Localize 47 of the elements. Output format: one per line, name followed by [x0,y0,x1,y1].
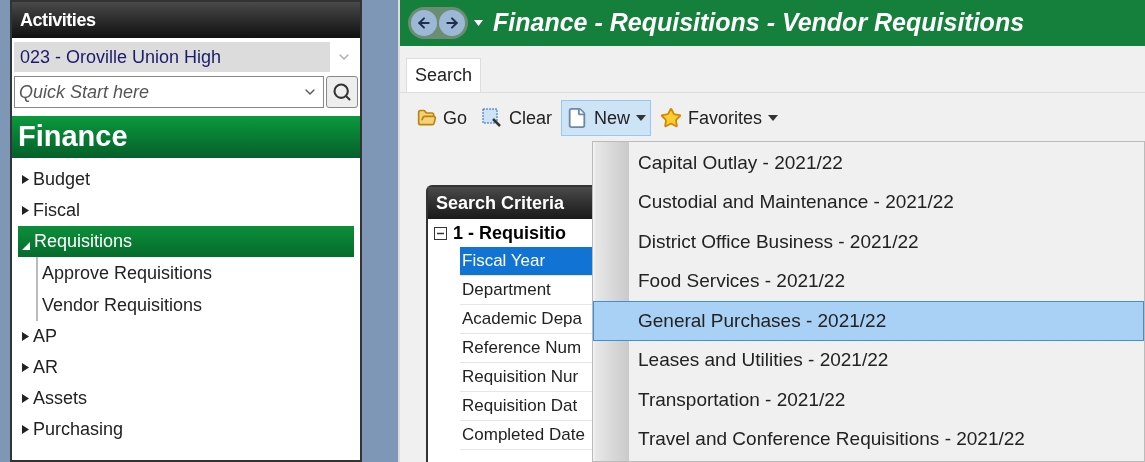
tree-item[interactable]: Approve Requisitions [38,257,354,289]
tree-item[interactable]: Purchasing [18,414,354,445]
tab[interactable]: Search [406,58,482,92]
caret-icon[interactable] [474,20,483,26]
forward-arrow-icon [444,15,460,31]
menu-item[interactable]: Transportation - 2021/22 [593,380,1144,420]
menu-item[interactable]: Leases and Utilities - 2021/22 [593,340,1144,380]
menu-item[interactable]: Capital Outlay - 2021/22 [593,143,1144,183]
tree-item[interactable]: AR [18,352,354,383]
tree-item[interactable]: Fiscal [18,195,354,226]
menu-item[interactable]: Custodial and Maintenance - 2021/22 [593,182,1144,222]
expand-triangle-icon[interactable] [22,425,29,434]
menu-item[interactable]: Travel and Conference Requisitions - 2021/22 [593,419,1144,459]
criteria-field[interactable]: Fiscal Year [460,247,592,276]
window-title: Finance - Requisitions - Vendor Requisitions [493,7,1025,39]
toolbar-button[interactable]: Go [412,100,472,136]
expand-triangle-icon[interactable] [22,394,29,403]
panel-title: Activities [12,2,360,38]
group-label: 1 - Requisitio [453,221,566,245]
toolbar-button[interactable]: Favorites [655,100,784,136]
search-icon [332,82,352,102]
tree-item[interactable]: Assets [18,383,354,414]
menu-item[interactable]: General Purchases - 2021/22 [593,301,1144,341]
search-button[interactable] [326,76,358,108]
panel-title: Search Criteria [428,187,592,219]
expand-triangle-icon[interactable] [22,332,29,341]
back-arrow-icon [416,15,432,31]
tree-item[interactable]: Budget [18,164,354,195]
toolbar-button[interactable]: Clear [476,100,558,136]
section-header: Finance [12,116,360,158]
expand-triangle-icon[interactable] [22,363,29,372]
collapse-box-icon[interactable] [434,226,447,240]
collapse-triangle-icon[interactable] [22,241,30,250]
star-icon [660,107,683,129]
forward-button[interactable] [439,10,465,36]
tree-item[interactable]: Vendor Requisitions [38,289,354,321]
clear-selection-icon [481,107,503,129]
menu-item[interactable]: District Office Business - 2021/22 [593,222,1144,262]
tree-item[interactable]: Requisitions [18,226,354,257]
toolbar-button[interactable]: New [561,100,652,136]
back-button[interactable] [411,10,437,36]
tree-item[interactable]: AP [18,321,354,352]
expand-triangle-icon[interactable] [22,206,29,215]
quick-start-field[interactable]: Quick Start here [14,76,324,108]
menu-item[interactable]: Food Services - 2021/22 [593,261,1144,301]
expand-triangle-icon[interactable] [22,175,29,184]
folder-icon [417,108,437,128]
